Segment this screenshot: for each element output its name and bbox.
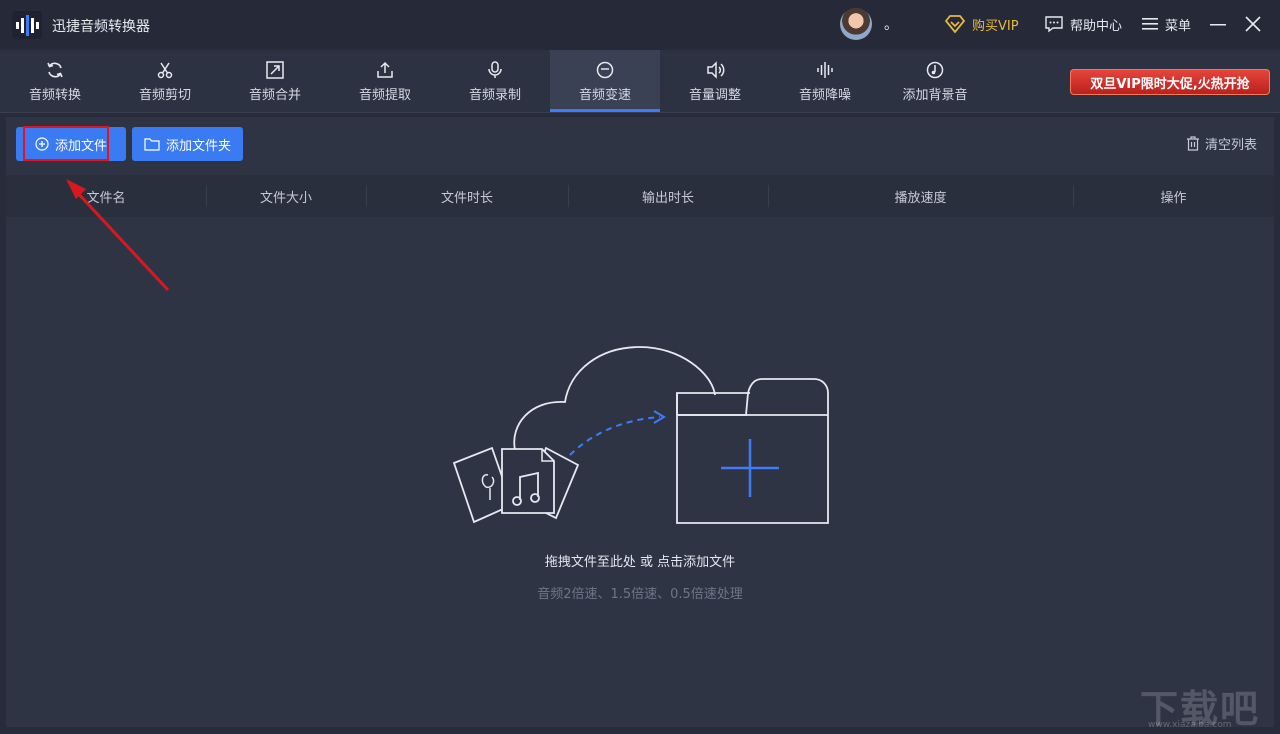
waveform-icon xyxy=(817,61,833,78)
close-icon[interactable] xyxy=(1242,13,1264,35)
tab-label: 音频剪切 xyxy=(138,87,191,103)
tab-label: 音量调整 xyxy=(688,87,741,103)
tab-label: 音频转换 xyxy=(28,87,81,103)
clear-list-button[interactable]: 清空列表 xyxy=(1186,134,1257,153)
minimize-icon[interactable] xyxy=(1207,13,1229,35)
upload-icon xyxy=(377,61,393,78)
clear-list-label: 清空列表 xyxy=(1205,138,1258,153)
drop-subtext: 音频2倍速、1.5倍速、0.5倍速处理 xyxy=(537,587,743,602)
avatar[interactable] xyxy=(840,8,872,40)
tab-label: 添加背景音 xyxy=(902,87,968,103)
help-center-label: 帮助中心 xyxy=(1070,18,1123,34)
column-header[interactable]: 文件时长 xyxy=(366,175,568,217)
chat-bubble-icon xyxy=(1045,16,1063,33)
column-header[interactable]: 操作 xyxy=(1073,175,1274,217)
refresh-icon xyxy=(47,62,63,77)
watermark-url: www.xiazaiba.com xyxy=(1148,720,1232,730)
tab-label: 音频录制 xyxy=(468,87,521,103)
vip-diamond-icon xyxy=(944,15,966,34)
tab-audio-merge[interactable]: 音频合并 xyxy=(220,50,330,112)
tab-audio-speed[interactable]: 音频变速 xyxy=(550,50,660,112)
volume-icon xyxy=(707,60,725,79)
tab-label: 音频合并 xyxy=(248,87,301,103)
drop-hint-text: 拖拽文件至此处 或 点击添加文件 xyxy=(544,555,736,570)
help-center-button[interactable]: 帮助中心 xyxy=(1044,13,1122,35)
tab-audio-convert[interactable]: 音频转换 xyxy=(0,50,110,112)
menu-button[interactable]: 菜单 xyxy=(1141,13,1191,35)
tab-volume-adjust[interactable]: 音量调整 xyxy=(660,50,770,112)
tab-add-background-music[interactable]: 添加背景音 xyxy=(880,50,990,112)
title-bar: 迅捷音频转换器 。 购买VIP 帮助中心 菜单 xyxy=(0,0,1280,50)
drop-zone-illustration xyxy=(452,346,829,524)
tab-label: 音频降噪 xyxy=(798,87,851,103)
hamburger-icon xyxy=(1142,18,1158,30)
add-folder-label: 添加文件夹 xyxy=(165,138,231,154)
tab-audio-cut[interactable]: 音频剪切 xyxy=(110,50,220,112)
folder-icon xyxy=(144,138,160,151)
tab-label: 音频变速 xyxy=(578,87,631,103)
buy-vip-button[interactable]: 购买VIP xyxy=(944,13,1019,35)
speed-icon xyxy=(596,61,614,78)
promo-text: 双旦VIP限时大促,火热开抢 xyxy=(1090,76,1250,92)
promo-banner[interactable]: 双旦VIP限时大促,火热开抢 xyxy=(1070,69,1270,95)
microphone-icon xyxy=(488,60,502,78)
trash-icon xyxy=(1187,136,1199,151)
column-header[interactable]: 播放速度 xyxy=(768,175,1073,217)
annotation-arrow xyxy=(66,179,170,292)
table-header: 文件名 文件大小 文件时长 输出时长 播放速度 操作 xyxy=(6,175,1274,217)
app-title: 迅捷音频转换器 xyxy=(52,19,150,35)
tab-noise-reduction[interactable]: 音频降噪 xyxy=(770,50,880,112)
tab-label: 音频提取 xyxy=(358,87,411,103)
add-folder-button[interactable]: 添加文件夹 xyxy=(132,127,243,161)
column-header[interactable]: 文件大小 xyxy=(206,175,366,217)
buy-vip-label: 购买VIP xyxy=(972,18,1019,34)
username[interactable]: 。 xyxy=(884,14,898,34)
music-disc-icon xyxy=(926,61,944,78)
scissors-icon xyxy=(157,62,173,78)
column-header[interactable]: 输出时长 xyxy=(568,175,768,217)
tab-audio-extract[interactable]: 音频提取 xyxy=(330,50,440,112)
annotation-highlight-box xyxy=(23,126,109,161)
merge-icon xyxy=(266,60,284,79)
tab-audio-record[interactable]: 音频录制 xyxy=(440,50,550,112)
app-logo-icon xyxy=(12,11,42,39)
menu-label: 菜单 xyxy=(1165,18,1192,34)
